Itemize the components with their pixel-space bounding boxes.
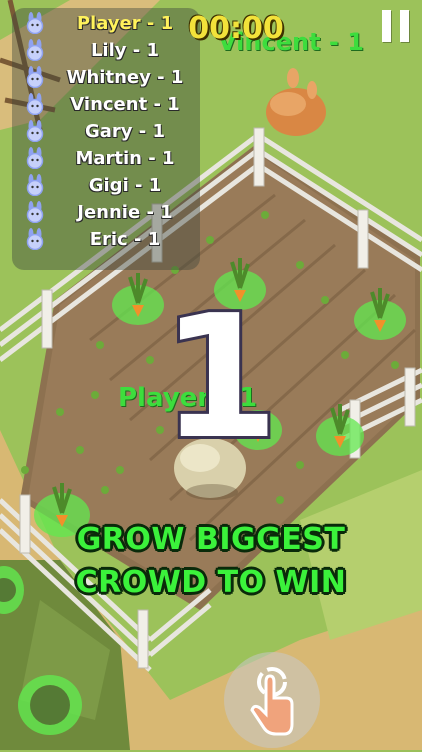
pause-icon-bar [400,10,409,42]
leaderboard-name: Gary - 1 [84,121,166,142]
bunny-icon [26,228,44,250]
pause-icon [382,10,391,42]
leaderboard-row: Jennie - 1 [12,199,200,226]
countdown-text: 1 [161,296,279,456]
leaderboard-row: Player - 1 [12,10,200,37]
countdown-number: 1 [158,296,282,456]
leaderboard-row: Eric - 1 [12,226,200,253]
leaderboard-name: Martin - 1 [75,148,175,169]
pause-button[interactable] [380,10,412,44]
tap-hand-icon [250,667,294,736]
leaderboard-row: Gary - 1 [12,118,200,145]
leaderboard-name: Whitney - 1 [66,67,184,88]
leaderboard-name: Lily - 1 [90,40,160,61]
leaderboard-name: Eric - 1 [89,229,161,250]
leaderboard-name: Player - 1 [76,13,174,34]
leaderboard-name: Gigi - 1 [88,175,162,196]
leaderboard-row: Gigi - 1 [12,172,200,199]
leaderboard-name: Jennie - 1 [77,202,173,223]
bunny-icon [26,120,44,142]
bunny-icon [26,93,44,115]
leaderboard: Player - 1 Lily - 1 Whitney - 1 Vincent … [12,8,200,270]
leaderboard-row: Lily - 1 [12,37,200,64]
bunny-icon [26,147,44,169]
bunny-icon [26,201,44,223]
leaderboard-row: Martin - 1 [12,145,200,172]
leaderboard-row: Whitney - 1 [12,64,200,91]
banner-line-1: GROW BIGGEST [76,522,346,557]
bunny-icon [26,12,44,34]
bunny-icon [26,66,44,88]
leaderboard-name: Vincent - 1 [70,94,180,115]
match-timer: 00:00 [188,11,284,46]
leaderboard-row: Vincent - 1 [12,91,200,118]
bunny-icon [26,39,44,61]
banner-line-2: CROWD TO WIN [75,565,347,600]
bunny-icon [26,174,44,196]
tap-control[interactable] [224,652,320,748]
